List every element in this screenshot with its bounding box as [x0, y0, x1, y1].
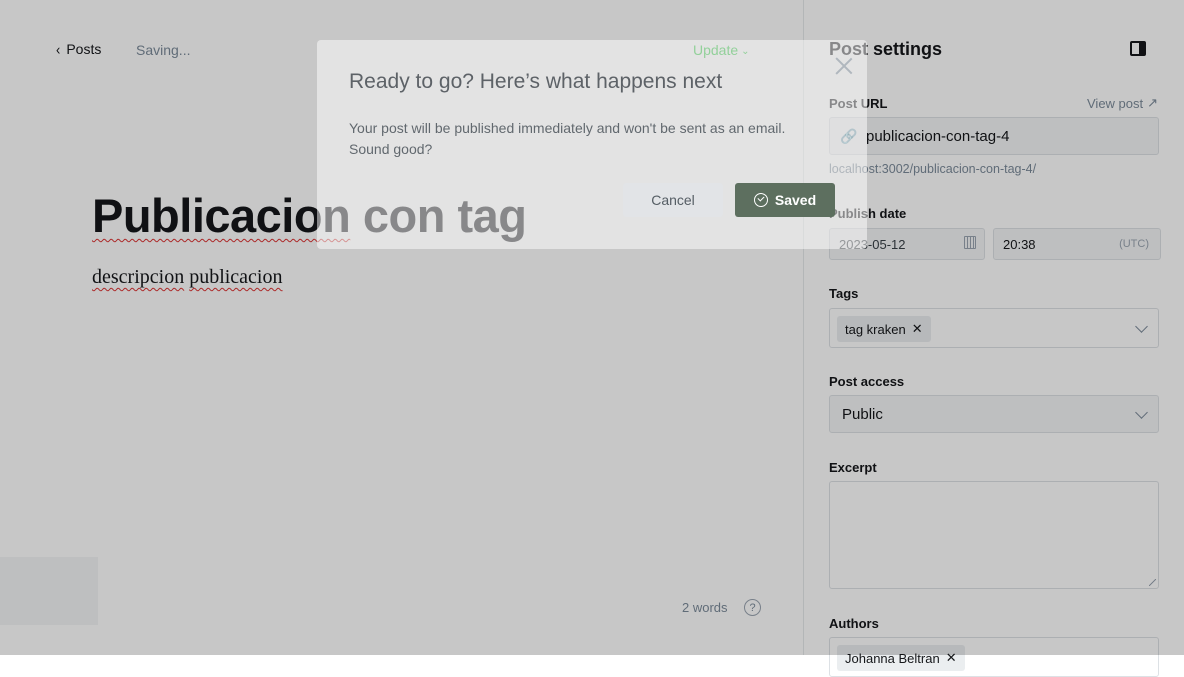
saved-button[interactable]: Saved: [735, 183, 835, 217]
publish-confirm-modal: Ready to go? Here’s what happens next Yo…: [317, 40, 867, 249]
cancel-button[interactable]: Cancel: [623, 183, 723, 217]
close-icon[interactable]: [834, 56, 854, 76]
saved-label: Saved: [774, 192, 817, 208]
check-circle-icon: [753, 193, 768, 207]
modal-title: Ready to go? Here’s what happens next: [349, 70, 723, 93]
modal-description: Your post will be published immediately …: [349, 120, 786, 157]
